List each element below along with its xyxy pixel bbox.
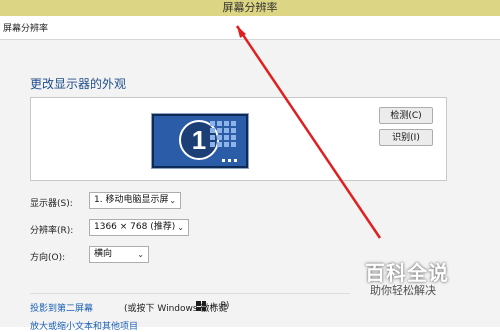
- display-select-value: 1. 移动电脑显示屏: [94, 195, 169, 205]
- chevron-down-icon: ⌄: [177, 223, 184, 232]
- windows-logo-icon: [196, 301, 206, 311]
- address-bar[interactable]: 屏幕分辨率: [0, 16, 500, 40]
- window-title: 屏幕分辨率: [222, 1, 278, 14]
- monitor-dots-icon: [222, 159, 238, 162]
- chevron-down-icon: ⌄: [169, 196, 176, 205]
- text-size-link[interactable]: 放大或缩小文本和其他项目: [30, 319, 138, 332]
- chevron-down-icon: ⌄: [137, 250, 144, 259]
- divider: [30, 293, 350, 294]
- detect-button[interactable]: 检测(C): [379, 107, 433, 124]
- address-text: 屏幕分辨率: [3, 24, 49, 34]
- display-select[interactable]: 1. 移动电脑显示屏 ⌄: [89, 192, 181, 209]
- project-second-screen-link[interactable]: 投影到第二屏幕: [30, 301, 93, 314]
- orientation-select-value: 横向: [94, 249, 113, 259]
- display-label: 显示器(S):: [30, 199, 73, 209]
- orientation-select[interactable]: 横向 ⌄: [89, 246, 149, 263]
- watermark-subtitle: 助你轻松解决: [370, 284, 436, 297]
- identify-button[interactable]: 识别(I): [379, 129, 433, 146]
- resolution-label: 分辨率(R):: [30, 226, 74, 236]
- monitor-grid-icon: [210, 121, 236, 147]
- orientation-label: 方向(O):: [30, 253, 66, 263]
- resolution-select-value: 1366 × 768 (推荐): [94, 222, 176, 232]
- monitor-icon[interactable]: 1: [152, 114, 248, 168]
- page-heading: 更改显示器的外观: [30, 77, 127, 91]
- resolution-select[interactable]: 1366 × 768 (推荐) ⌄: [89, 219, 189, 236]
- project-shortcut-tail: + P): [210, 301, 230, 311]
